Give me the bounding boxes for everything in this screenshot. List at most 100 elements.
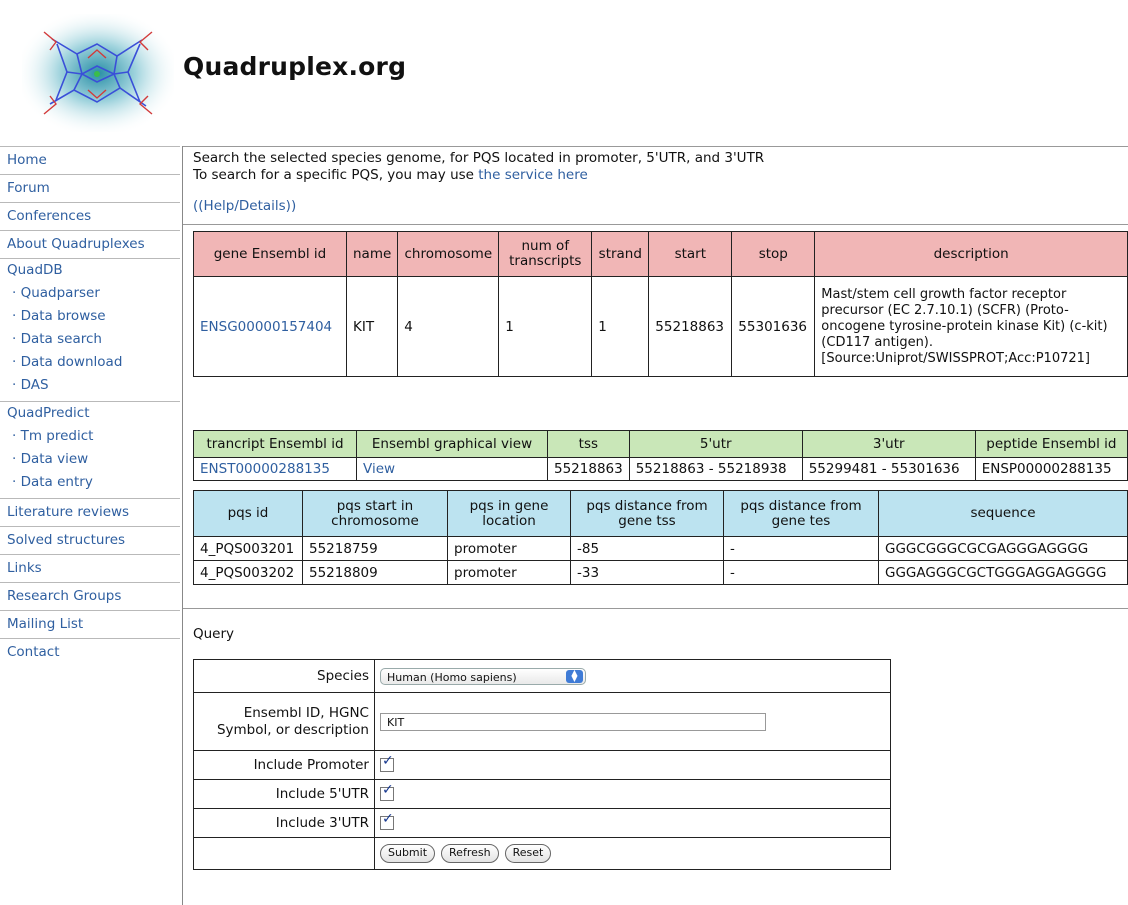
- pqs-sequence: GGGCGGGCGCGAGGGAGGGG: [878, 536, 1128, 561]
- query-form: Species Human (Homo sapiens) ▲ ▼ Ensembl …: [193, 659, 891, 870]
- help-details-text[interactable]: (Help/Details): [198, 198, 291, 214]
- id-label: Ensembl ID, HGNC Symbol, or description: [193, 692, 375, 751]
- col-description: description: [814, 231, 1128, 277]
- col-peptide-id: peptide Ensembl id: [974, 430, 1128, 458]
- nav-tm-predict[interactable]: · Tm predict: [0, 425, 180, 448]
- nav-data-browse[interactable]: · Data browse: [0, 305, 180, 328]
- species-label: Species: [193, 659, 375, 693]
- col-strand: strand: [591, 231, 650, 277]
- checkmark-icon: ✓: [382, 753, 394, 769]
- pqs-dist-tss: -33: [570, 560, 724, 585]
- ensembl-id-input[interactable]: KIT: [380, 712, 766, 731]
- checkmark-icon: ✓: [382, 782, 394, 798]
- sidebar-divider: [182, 146, 183, 905]
- gene-start: 55218863: [648, 276, 733, 377]
- nav-data-view[interactable]: · Data view: [0, 448, 180, 471]
- top-rule: [183, 146, 1128, 147]
- transcript-tss: 55218863: [547, 457, 630, 481]
- pqs-location: promoter: [447, 560, 571, 585]
- col-chromosome: chromosome: [397, 231, 500, 277]
- query-title: Query: [193, 626, 235, 642]
- pqs-id: 4_PQS003202: [193, 560, 303, 585]
- intro-line-2: To search for a specific PQS, you may us…: [193, 167, 1128, 184]
- refresh-button[interactable]: Refresh: [441, 844, 499, 863]
- nav-home[interactable]: Home: [0, 147, 180, 175]
- col-3utr: 3'utr: [801, 430, 976, 458]
- pqs-dist-tss: -85: [570, 536, 724, 561]
- gene-name: KIT: [345, 276, 399, 377]
- nav-data-entry[interactable]: · Data entry: [0, 471, 180, 494]
- col-tss: tss: [547, 430, 630, 458]
- pqs-start: 55218759: [302, 536, 448, 561]
- nav-literature-reviews[interactable]: Literature reviews: [0, 499, 180, 527]
- gene-strand: 1: [591, 276, 650, 377]
- col-sequence: sequence: [878, 490, 1128, 537]
- pqs-sequence: GGGAGGGCGCTGGGAGGAGGGG: [878, 560, 1128, 585]
- table-row: 4_PQS003202 55218809 promoter -33 - GGGA…: [193, 560, 1128, 585]
- nav-solved-structures[interactable]: Solved structures: [0, 527, 180, 555]
- quadruplex-logo[interactable]: [22, 14, 174, 132]
- intro-line-2-prefix: To search for a specific PQS, you may us…: [193, 167, 479, 183]
- pqs-dist-tes: -: [723, 536, 879, 561]
- utr3-label: Include 3'UTR: [193, 808, 375, 838]
- nav-research-groups[interactable]: Research Groups: [0, 583, 180, 611]
- nav-das[interactable]: · DAS: [0, 374, 180, 397]
- utr5-row: Include 5'UTR ✓: [193, 779, 891, 809]
- transcript-peptide: ENSP00000288135: [974, 457, 1128, 481]
- select-arrows-icon: ▲ ▼: [566, 668, 583, 683]
- table-row: ENST00000288135 View 55218863 55218863 -…: [193, 457, 1128, 481]
- col-pqs-start: pqs start in chromosome: [302, 490, 448, 537]
- transcript-id-link[interactable]: ENST00000288135: [200, 461, 330, 477]
- nav-about-quadruplexes[interactable]: About Quadruplexes: [0, 231, 180, 259]
- nav-quadpredict[interactable]: QuadPredict: [0, 402, 180, 425]
- submit-button[interactable]: Submit: [380, 844, 436, 863]
- nav-conferences[interactable]: Conferences: [0, 203, 180, 231]
- ensembl-view-link[interactable]: View: [363, 461, 395, 477]
- nav-group-quadpredict: QuadPredict · Tm predict · Data view · D…: [0, 402, 180, 499]
- col-stop: stop: [731, 231, 816, 277]
- reset-button[interactable]: Reset: [504, 844, 552, 863]
- gene-transcripts: 1: [498, 276, 593, 377]
- nav-links[interactable]: Links: [0, 555, 180, 583]
- col-name: name: [345, 231, 399, 277]
- col-pqs-location: pqs in gene location: [447, 490, 571, 537]
- col-graphical-view: Ensembl graphical view: [356, 430, 548, 458]
- promoter-label: Include Promoter: [193, 750, 375, 780]
- transcript-3utr: 55299481 - 55301636: [801, 457, 976, 481]
- checkmark-icon: ✓: [382, 811, 394, 827]
- utr3-row: Include 3'UTR ✓: [193, 808, 891, 838]
- species-value: Human (Homo sapiens): [387, 670, 517, 684]
- col-transcript-id: trancript Ensembl id: [193, 430, 357, 458]
- nav-data-search[interactable]: · Data search: [0, 328, 180, 351]
- nav-mailing-list[interactable]: Mailing List: [0, 611, 180, 639]
- species-select[interactable]: Human (Homo sapiens) ▲ ▼: [380, 667, 586, 685]
- col-num-transcripts: num of transcripts: [498, 231, 593, 277]
- transcript-table-header: trancript Ensembl id Ensembl graphical v…: [193, 430, 1128, 458]
- service-link[interactable]: the service here: [478, 167, 588, 183]
- intro-line-1: Search the selected species genome, for …: [193, 150, 765, 166]
- nav-forum[interactable]: Forum: [0, 175, 180, 203]
- pqs-table-header: pqs id pqs start in chromosome pqs in ge…: [193, 490, 1128, 537]
- pqs-dist-tes: -: [723, 560, 879, 585]
- id-row: Ensembl ID, HGNC Symbol, or description …: [193, 692, 891, 751]
- gene-id-link[interactable]: ENSG00000157404: [200, 319, 332, 335]
- nav-group-quaddb: QuadDB · Quadparser · Data browse · Data…: [0, 259, 180, 402]
- utr3-checkbox[interactable]: ✓: [380, 811, 394, 830]
- col-pqs-dist-tss: pqs distance from gene tss: [570, 490, 724, 537]
- promoter-row: Include Promoter ✓: [193, 750, 891, 780]
- nav-quaddb[interactable]: QuadDB: [0, 259, 180, 282]
- nav-quadparser[interactable]: · Quadparser: [0, 282, 180, 305]
- col-pqs-dist-tes: pqs distance from gene tes: [723, 490, 879, 537]
- rule-2: [183, 608, 1128, 609]
- nav-contact[interactable]: Contact: [0, 639, 180, 667]
- pqs-start: 55218809: [302, 560, 448, 585]
- nav-data-download[interactable]: · Data download: [0, 351, 180, 374]
- help-details-link[interactable]: ((Help/Details)): [193, 198, 1128, 214]
- sidebar-nav: Home Forum Conferences About Quadruplexe…: [0, 146, 180, 667]
- pqs-id: 4_PQS003201: [193, 536, 303, 561]
- buttons-row: Submit Refresh Reset: [193, 837, 891, 870]
- utr5-checkbox[interactable]: ✓: [380, 782, 394, 801]
- promoter-checkbox[interactable]: ✓: [380, 753, 394, 772]
- gene-description: Mast/stem cell growth factor receptor pr…: [814, 276, 1128, 377]
- transcript-5utr: 55218863 - 55218938: [628, 457, 803, 481]
